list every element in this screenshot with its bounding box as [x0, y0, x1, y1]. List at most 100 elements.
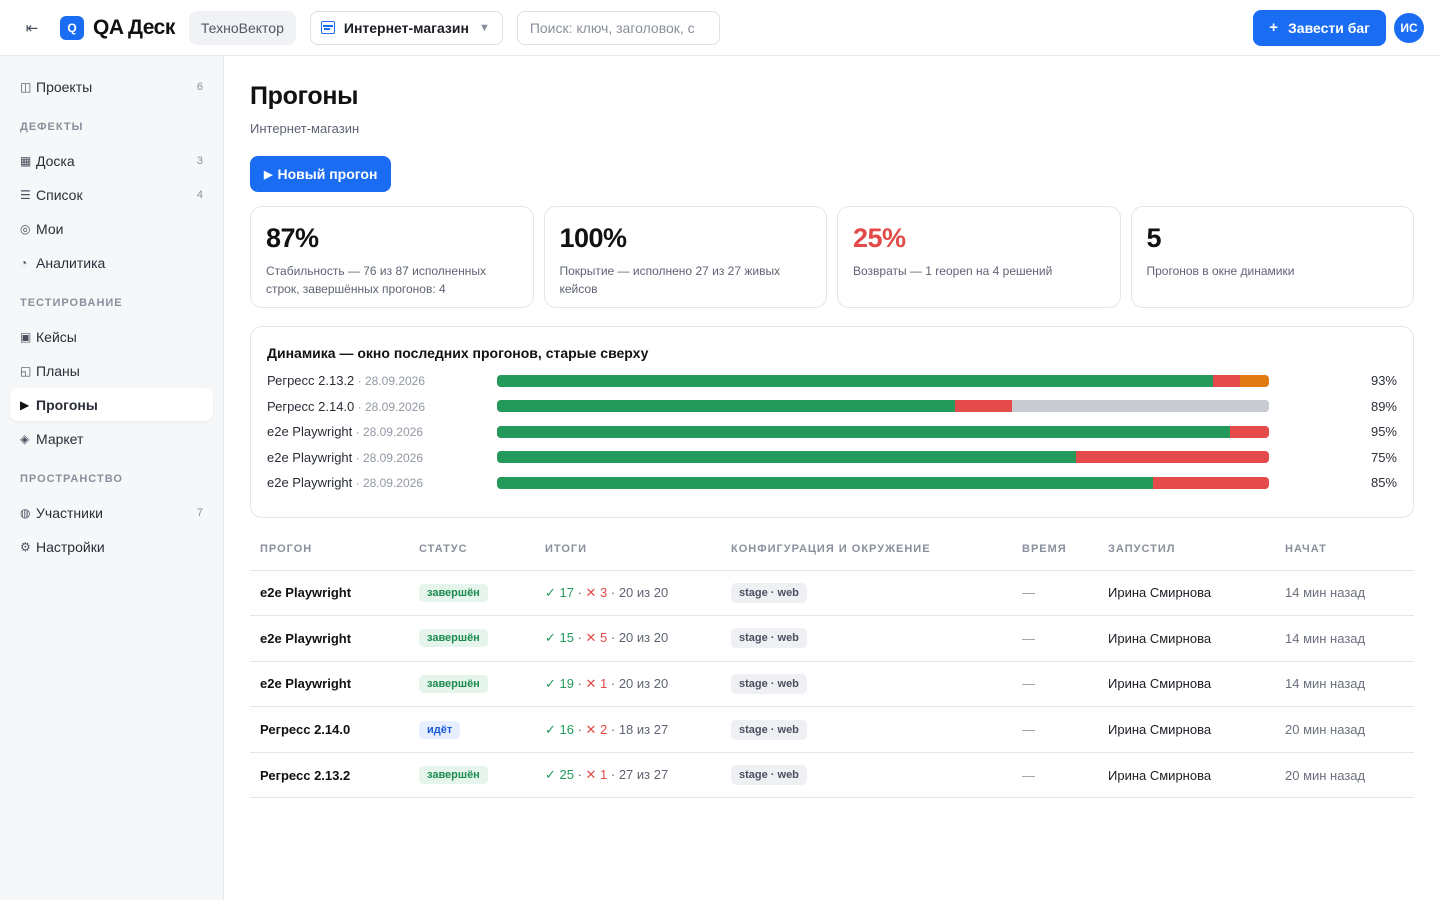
sidebar-item-plans[interactable]: ◱ Планы: [10, 354, 213, 387]
column-header-time[interactable]: ВРЕМЯ: [1012, 528, 1098, 571]
column-header-run[interactable]: ПРОГОН: [250, 528, 409, 571]
gear-icon: ⚙: [20, 539, 31, 554]
main-content: Прогоны Интернет-магазин ▶ Новый прогон …: [250, 56, 1414, 799]
market-icon: ◈: [20, 431, 30, 446]
user-avatar[interactable]: ИС: [1394, 12, 1424, 43]
bar-segment-fail: [1153, 476, 1269, 489]
new-run-button[interactable]: ▶ Новый прогон: [250, 156, 392, 192]
sidebar-item-label: Мои: [36, 220, 64, 237]
sidebar-item-list[interactable]: ☰ Список 4: [10, 178, 213, 211]
executed-count: · 20 из 20: [607, 584, 669, 600]
run-status-cell: завершён: [409, 661, 535, 708]
bar-segment-fail: [954, 400, 1012, 413]
dynamics-run-name: e2e Playwright · 28.09.2026: [267, 450, 497, 465]
sidebar-item-mine[interactable]: ◎ Мои: [10, 212, 213, 245]
sidebar-item-runs[interactable]: ▶ Прогоны: [10, 388, 213, 421]
members-icon: ◍: [20, 505, 31, 520]
kpi-value: 5: [1146, 223, 1162, 253]
runs-table: ПРОГОН СТАТУС ИТОГИ КОНФИГУРАЦИЯ И ОКРУЖ…: [250, 528, 1414, 799]
project-select[interactable]: Интернет-магазин ▼: [309, 10, 503, 45]
dynamics-percent: 85%: [1370, 475, 1397, 491]
failed-count: ✕ 2: [585, 721, 608, 737]
run-totals: ✓ 19 · ✕ 1 · 20 из 20: [535, 661, 721, 708]
bar-segment-pass: [497, 425, 1231, 438]
run-totals: ✓ 16 · ✕ 2 · 18 из 27: [535, 706, 721, 753]
run-config-cell: stage · web: [721, 706, 1012, 753]
collapse-sidebar-icon[interactable]: ⇤: [20, 16, 44, 40]
kpi-value: 87%: [266, 223, 319, 253]
app-name: QA Деск: [93, 15, 175, 39]
sidebar-item-projects[interactable]: ◫ Проекты 6: [10, 70, 213, 103]
sidebar-item-cases[interactable]: ▣ Кейсы: [10, 320, 213, 353]
column-header-status[interactable]: СТАТУС: [409, 528, 535, 571]
project-icon: [320, 21, 335, 34]
run-config-cell: stage · web: [721, 615, 1012, 662]
table-row[interactable]: Регресс 2.13.2 завершён ✓ 25 · ✕ 1 · 27 …: [250, 752, 1414, 799]
run-time: —: [1012, 570, 1098, 617]
run-name[interactable]: e2e Playwright: [250, 570, 409, 617]
run-status-cell: завершён: [409, 615, 535, 662]
run-name[interactable]: e2e Playwright: [250, 661, 409, 708]
sidebar-item-settings[interactable]: ⚙ Настройки: [10, 530, 213, 563]
run-started: 20 мин назад: [1275, 706, 1414, 753]
dynamics-run-title: Регресс 2.14.0: [267, 398, 355, 414]
run-totals: ✓ 25 · ✕ 1 · 27 из 27: [535, 752, 721, 799]
table-row[interactable]: e2e Playwright завершён ✓ 19 · ✕ 1 · 20 …: [250, 661, 1414, 708]
sidebar-item-market[interactable]: ◈ Маркет: [10, 422, 213, 455]
logo-icon: Q: [60, 15, 84, 40]
run-name[interactable]: e2e Playwright: [250, 615, 409, 662]
dynamics-bar: [497, 476, 1269, 489]
column-header-config[interactable]: КОНФИГУРАЦИЯ И ОКРУЖЕНИЕ: [721, 528, 1012, 571]
dynamics-bar: [497, 374, 1269, 387]
run-launcher: Ирина Смирнова: [1098, 570, 1275, 617]
pie-chart-icon: ◔: [20, 255, 28, 270]
sidebar-item-label: Прогоны: [36, 396, 98, 413]
sidebar-item-board[interactable]: ▦ Доска 3: [10, 144, 213, 177]
bar-segment-fail: [1212, 374, 1241, 387]
kpi-card-reopens: 25% Возвраты — 1 reopen на 4 решений: [837, 206, 1121, 308]
sidebar-item-members[interactable]: ◍ Участники 7: [10, 496, 213, 529]
run-config-cell: stage · web: [721, 752, 1012, 799]
report-bug-button[interactable]: + Завести баг: [1253, 9, 1386, 46]
bar-segment-fail: [1076, 451, 1269, 464]
failed-count: ✕ 1: [585, 675, 608, 691]
kpi-card-stability: 87% Стабильность — 76 из 87 исполненных …: [250, 206, 534, 308]
dynamics-row: Регресс 2.13.2 · 28.09.2026 93%: [267, 368, 1397, 394]
org-switcher[interactable]: ТехноВектор: [188, 10, 296, 45]
run-time: —: [1012, 615, 1098, 662]
dynamics-bar: [497, 400, 1269, 413]
sidebar-item-analytics[interactable]: ◔ Аналитика: [10, 246, 213, 279]
cases-icon: ▣: [20, 329, 32, 344]
run-status-cell: завершён: [409, 752, 535, 799]
table-row[interactable]: e2e Playwright завершён ✓ 17 · ✕ 3 · 20 …: [250, 570, 1414, 617]
dynamics-run-title: e2e Playwright: [267, 424, 353, 440]
bar-segment-blocked: [1240, 374, 1269, 387]
dynamics-panel: Динамика — окно последних прогонов, стар…: [250, 326, 1414, 518]
sidebar-item-label: Планы: [36, 362, 80, 379]
column-header-started[interactable]: НАЧАТ: [1275, 528, 1414, 571]
failed-count: ✕ 3: [585, 584, 608, 600]
run-launcher: Ирина Смирнова: [1098, 615, 1275, 662]
column-header-totals[interactable]: ИТОГИ: [535, 528, 721, 571]
executed-count: · 20 из 20: [607, 675, 669, 691]
dynamics-percent: 75%: [1370, 449, 1397, 465]
kpi-cards: 87% Стабильность — 76 из 87 исполненных …: [250, 206, 1414, 308]
sidebar-item-count: 3: [196, 154, 203, 167]
column-header-launcher[interactable]: ЗАПУСТИЛ: [1098, 528, 1275, 571]
dynamics-percent: 89%: [1370, 398, 1397, 414]
sidebar-section-testing: ТЕСТИРОВАНИЕ: [20, 297, 123, 309]
run-time: —: [1012, 752, 1098, 799]
dynamics-run-name: e2e Playwright · 28.09.2026: [267, 475, 497, 490]
table-row[interactable]: Регресс 2.14.0 идёт ✓ 16 · ✕ 2 · 18 из 2…: [250, 706, 1414, 753]
run-started: 20 мин назад: [1275, 752, 1414, 799]
run-name[interactable]: Регресс 2.14.0: [250, 706, 409, 753]
kpi-value: 100%: [559, 223, 628, 253]
projects-icon: ◫: [20, 79, 32, 94]
env-tag: stage · web: [731, 628, 807, 649]
dynamics-title: Динамика — окно последних прогонов, стар…: [267, 345, 649, 361]
sidebar-section-defects: ДЕФЕКТЫ: [20, 121, 84, 133]
table-row[interactable]: e2e Playwright завершён ✓ 15 · ✕ 5 · 20 …: [250, 615, 1414, 662]
env-tag: stage · web: [731, 719, 807, 740]
run-name[interactable]: Регресс 2.13.2: [250, 752, 409, 799]
search-input[interactable]: [516, 10, 720, 45]
